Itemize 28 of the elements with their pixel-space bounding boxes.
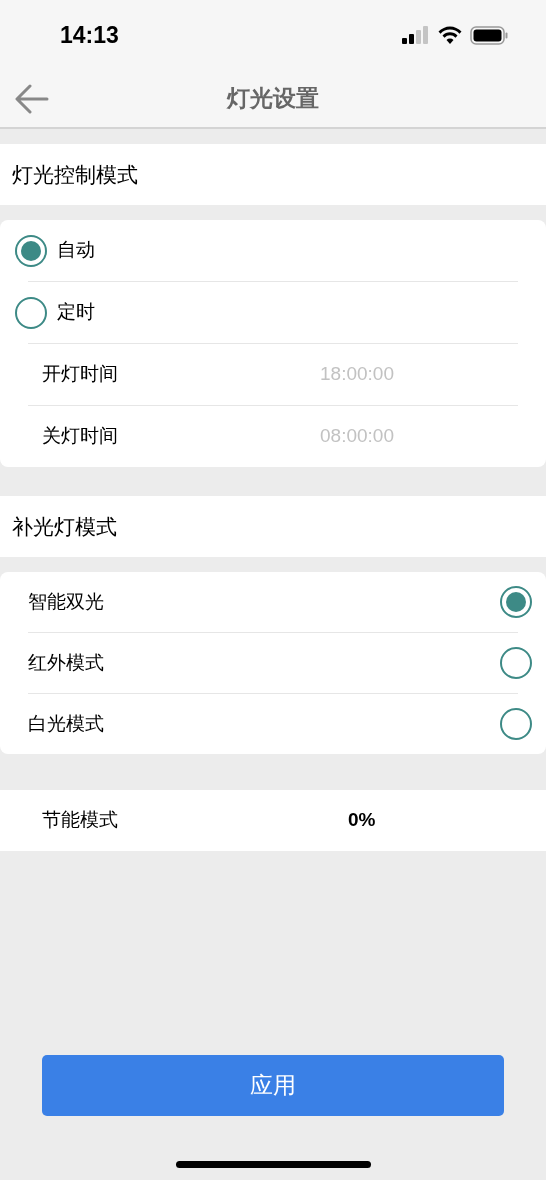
mode-option[interactable]: 定时 bbox=[0, 282, 546, 343]
mode-option[interactable]: 智能双光 bbox=[0, 572, 546, 632]
schedule-label: 关灯时间 bbox=[42, 424, 119, 449]
mode-option[interactable]: 红外模式 bbox=[0, 633, 546, 693]
setting-value[interactable]: 0% bbox=[348, 806, 376, 835]
setting-label: 节能模式 bbox=[42, 808, 119, 833]
section-title: 补光灯模式 bbox=[12, 513, 117, 540]
radio-button[interactable] bbox=[15, 234, 47, 267]
radio-button[interactable] bbox=[500, 586, 532, 618]
battery-icon bbox=[470, 25, 508, 45]
radio-button[interactable] bbox=[15, 296, 47, 329]
mode-option[interactable]: 自动 bbox=[0, 220, 546, 281]
schedule-label: 开灯时间 bbox=[42, 362, 119, 387]
signal-icon bbox=[402, 26, 430, 44]
apply-button[interactable]: 应用 bbox=[42, 1055, 504, 1116]
option-label: 智能双光 bbox=[28, 589, 104, 614]
option-label: 定时 bbox=[57, 300, 95, 325]
radio-button[interactable] bbox=[500, 647, 532, 679]
status-time: 14:13 bbox=[60, 20, 119, 50]
option-label: 自动 bbox=[57, 238, 95, 263]
wifi-icon bbox=[438, 26, 462, 44]
section-title: 灯光控制模式 bbox=[12, 161, 138, 188]
page-title: 灯光设置 bbox=[227, 84, 319, 114]
radio-button[interactable] bbox=[500, 708, 532, 740]
option-label: 白光模式 bbox=[28, 711, 104, 736]
option-label: 红外模式 bbox=[28, 650, 104, 675]
mode-option[interactable]: 白光模式 bbox=[0, 694, 546, 754]
back-arrow-icon[interactable] bbox=[15, 83, 49, 114]
